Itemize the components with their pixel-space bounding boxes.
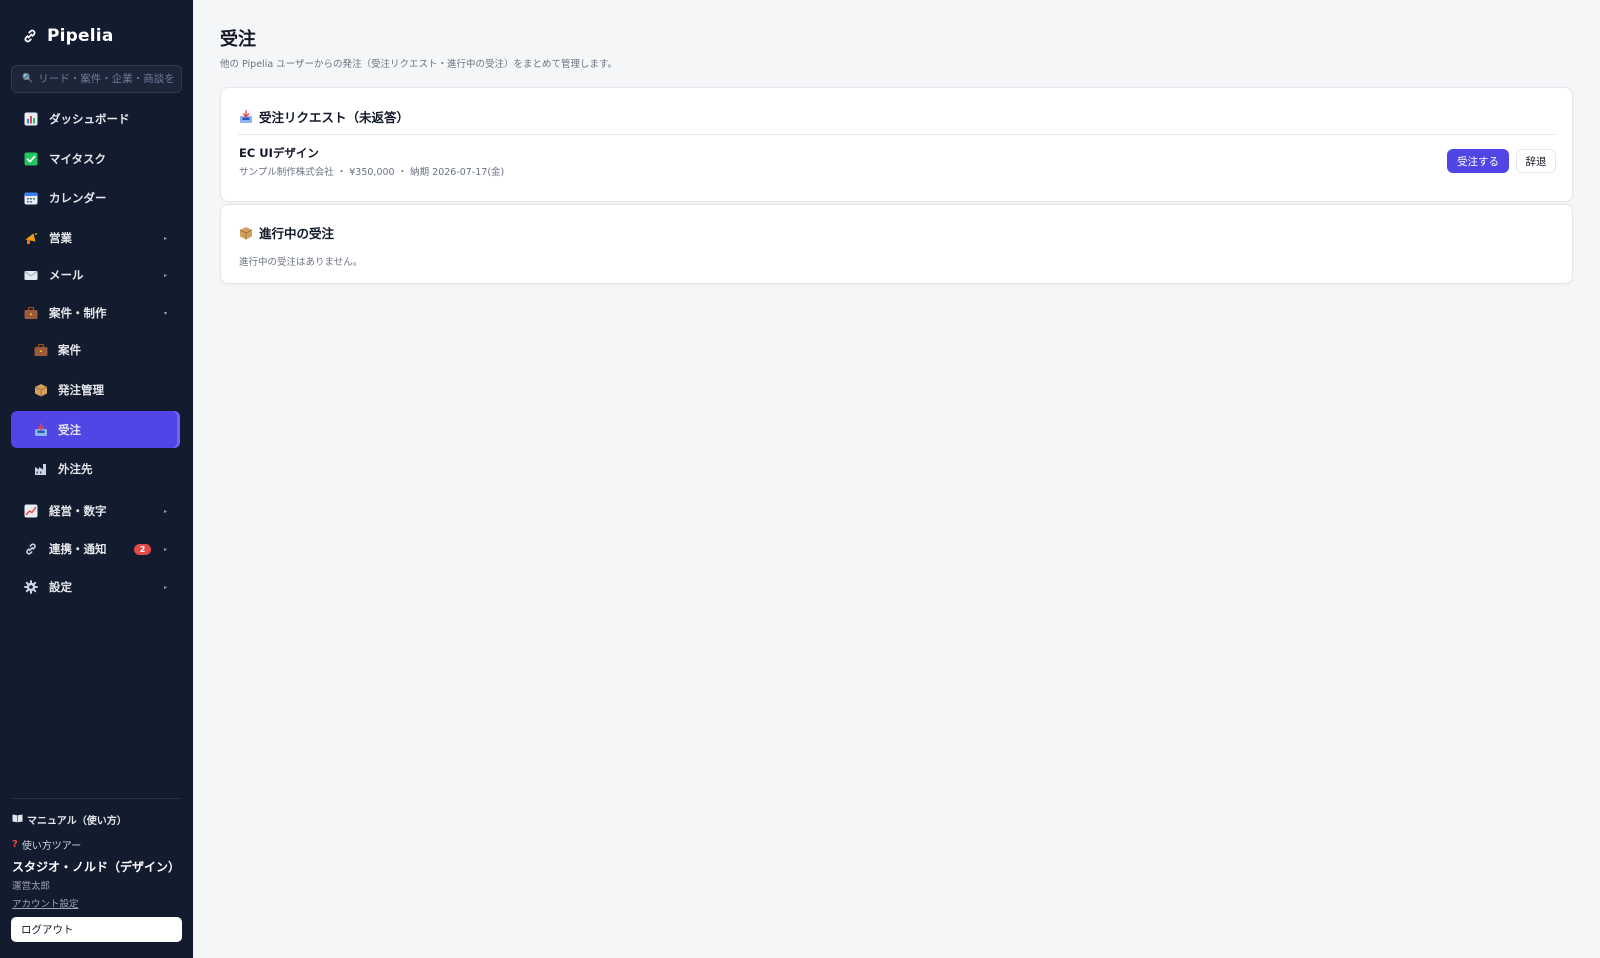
chevron-right-icon: ▸ bbox=[163, 271, 167, 279]
sidebar-item-label: カレンダー bbox=[49, 191, 107, 205]
organization-name: スタジオ・ノルド（デザイン） bbox=[12, 860, 181, 874]
question-icon: ? bbox=[12, 839, 18, 850]
inbox-tray-icon bbox=[240, 109, 252, 123]
sidebar-divider bbox=[11, 798, 182, 799]
sidebar-item-projects[interactable]: 案件 bbox=[11, 332, 180, 368]
manual-link[interactable]: マニュアル（使い方） bbox=[12, 812, 127, 827]
search-input[interactable] bbox=[38, 73, 179, 85]
brand[interactable]: Pipelia bbox=[22, 24, 114, 48]
factory-icon bbox=[33, 461, 49, 477]
sidebar-item-purchase-orders[interactable]: 発注管理 bbox=[11, 372, 180, 408]
sidebar-item-orders-received[interactable]: 受注 bbox=[11, 411, 180, 448]
sidebar-item-label: 外注先 bbox=[58, 462, 93, 476]
sidebar-item-label: ダッシュボード bbox=[49, 112, 130, 126]
megaphone-icon bbox=[23, 230, 39, 246]
briefcase-icon bbox=[23, 305, 39, 321]
sidebar-item-label: 受注 bbox=[58, 422, 81, 437]
sidebar-item-label: 案件 bbox=[58, 343, 81, 357]
user-name: 運営太郎 bbox=[12, 881, 51, 892]
check-box-icon bbox=[23, 151, 39, 167]
sidebar-item-label: 経営・数字 bbox=[49, 504, 107, 518]
page-title: 受注 bbox=[220, 29, 256, 50]
sidebar: Pipelia 🔍 ダッシュボード マイタスク カレンダー 営業 ▸ メ bbox=[0, 0, 193, 958]
chevron-down-icon: ▾ bbox=[163, 309, 167, 317]
in-progress-orders-card: 進行中の受注 進行中の受注はありません。 bbox=[220, 204, 1573, 284]
sidebar-item-subcontractors[interactable]: 外注先 bbox=[11, 451, 180, 487]
order-request-meta: サンプル制作株式会社 ・ ¥350,000 ・ 納期 2026-07-17(金) bbox=[239, 167, 505, 178]
tour-link[interactable]: ? 使い方ツアー bbox=[12, 837, 81, 852]
chevron-right-icon: ▸ bbox=[163, 507, 167, 515]
sidebar-item-label: 営業 bbox=[49, 231, 72, 245]
card-divider bbox=[238, 134, 1555, 135]
sidebar-item-label: 発注管理 bbox=[58, 383, 104, 397]
sidebar-item-label: 連携・通知 bbox=[49, 542, 107, 556]
tour-label: 使い方ツアー bbox=[21, 841, 82, 852]
calendar-icon bbox=[23, 190, 39, 206]
sidebar-item-calendar[interactable]: カレンダー bbox=[11, 180, 180, 216]
sidebar-item-mail[interactable]: メール ▸ bbox=[11, 257, 180, 293]
account-settings-link[interactable]: アカウント設定 bbox=[12, 896, 79, 910]
sidebar-item-my-tasks[interactable]: マイタスク bbox=[11, 141, 180, 177]
accept-order-button[interactable]: 受注する bbox=[1447, 149, 1509, 173]
chevron-right-icon: ▸ bbox=[163, 583, 167, 591]
bar-chart-icon bbox=[23, 111, 39, 127]
inbox-tray-icon bbox=[33, 422, 49, 438]
chain-link-icon bbox=[24, 29, 36, 43]
sidebar-item-projects-production[interactable]: 案件・制作 ▾ bbox=[11, 295, 180, 331]
sidebar-item-label: 案件・制作 bbox=[49, 306, 107, 320]
gear-icon bbox=[23, 579, 39, 595]
global-search: 🔍 bbox=[11, 65, 182, 93]
manual-label: マニュアル（使い方） bbox=[27, 816, 127, 827]
empty-state-text: 進行中の受注はありません。 bbox=[239, 257, 363, 268]
page-subtitle: 他の Pipelia ユーザーからの発注（受注リクエスト・進行中の受注）をまとめ… bbox=[220, 59, 618, 70]
card-title-text: 受注リクエスト（未返答） bbox=[259, 110, 410, 125]
sidebar-item-label: 設定 bbox=[49, 580, 72, 594]
briefcase-icon bbox=[33, 342, 49, 358]
sidebar-item-label: メール bbox=[49, 268, 84, 282]
brand-name: Pipelia bbox=[47, 26, 114, 46]
link-icon bbox=[23, 541, 39, 557]
chevron-right-icon: ▸ bbox=[163, 234, 167, 242]
order-requests-heading: 受注リクエスト（未返答） bbox=[239, 107, 409, 126]
card-title-text: 進行中の受注 bbox=[259, 226, 335, 241]
sidebar-item-label: マイタスク bbox=[49, 152, 107, 166]
chevron-right-icon: ▸ bbox=[163, 545, 167, 553]
package-icon bbox=[33, 382, 49, 398]
book-icon bbox=[12, 813, 23, 826]
notification-badge: 2 bbox=[134, 543, 151, 555]
sidebar-item-sales[interactable]: 営業 ▸ bbox=[11, 220, 180, 256]
in-progress-heading: 進行中の受注 bbox=[239, 223, 334, 242]
logout-button[interactable]: ログアウト bbox=[11, 917, 182, 942]
envelope-icon bbox=[23, 267, 39, 283]
search-icon: 🔍 bbox=[22, 74, 34, 84]
sidebar-item-management-metrics[interactable]: 経営・数字 ▸ bbox=[11, 493, 180, 529]
trend-chart-icon bbox=[23, 503, 39, 519]
sidebar-item-integrations-notifications[interactable]: 連携・通知 2 ▸ bbox=[11, 531, 180, 567]
package-icon bbox=[239, 226, 253, 239]
order-request-title: EC UIデザイン bbox=[239, 146, 319, 160]
sidebar-item-settings[interactable]: 設定 ▸ bbox=[11, 569, 180, 605]
decline-order-button[interactable]: 辞退 bbox=[1516, 149, 1556, 173]
sidebar-item-dashboard[interactable]: ダッシュボード bbox=[11, 101, 180, 137]
order-requests-card: 受注リクエスト（未返答） EC UIデザイン サンプル制作株式会社 ・ ¥350… bbox=[220, 87, 1573, 202]
